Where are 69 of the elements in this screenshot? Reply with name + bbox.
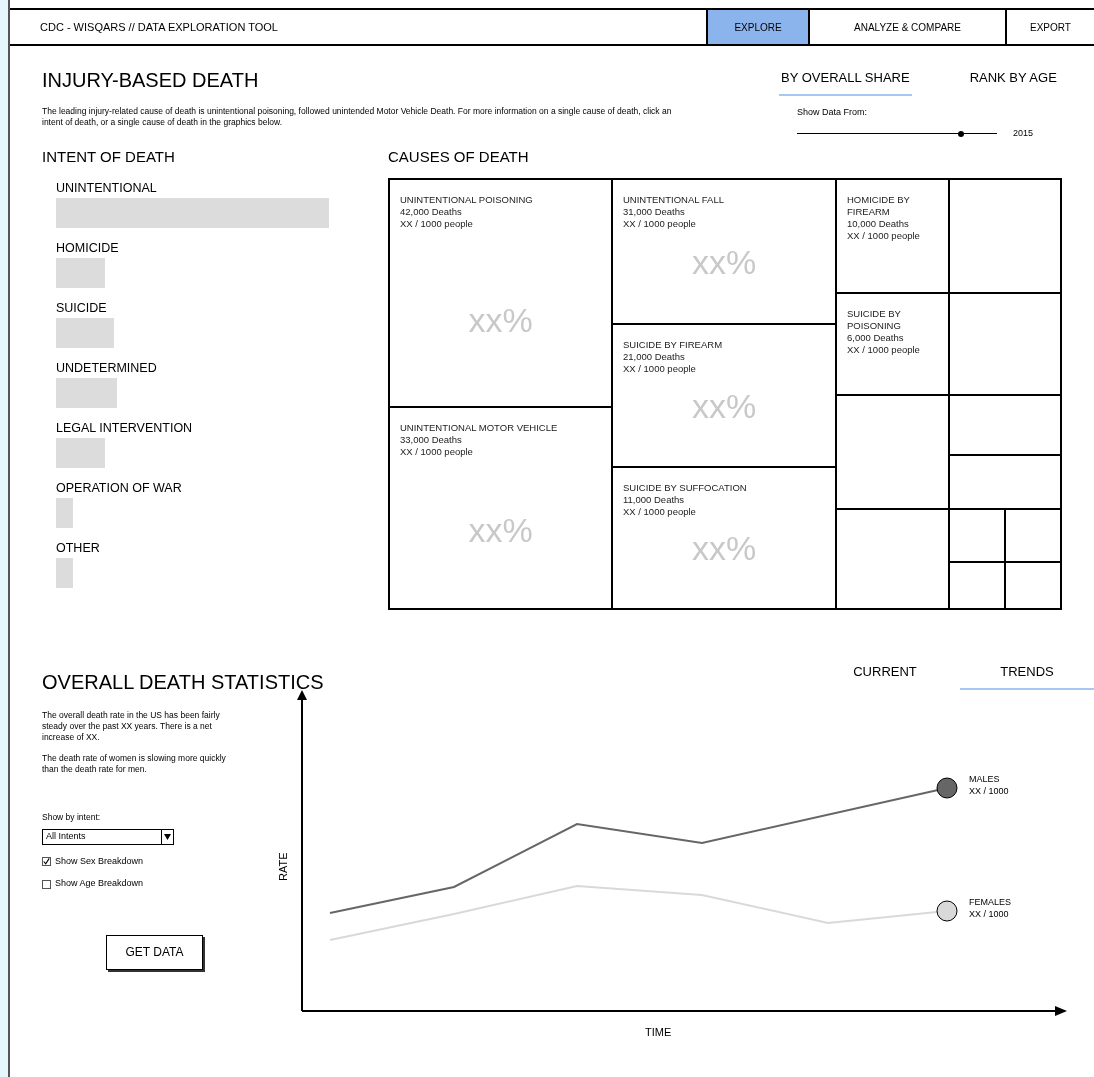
cause-deaths: 21,000 Deaths — [623, 351, 686, 363]
checkbox[interactable] — [42, 879, 51, 889]
cause-name: SUICIDE BY FIREARM — [623, 339, 724, 351]
view-tab[interactable]: TRENDS — [960, 662, 1094, 690]
section-title: INJURY-BASED DEATH — [42, 68, 260, 92]
checkbox[interactable] — [42, 857, 51, 866]
intent-bar[interactable] — [56, 498, 74, 528]
cause-deaths: 6,000 Deaths — [847, 332, 905, 344]
slider-label: Show Data From: — [797, 105, 869, 119]
cause-name: UNINTENTIONAL MOTOR VEHICLE — [400, 422, 559, 434]
treemap-cell[interactable]: SUICIDE BY POISONING 6,000 Deaths XX / 1000 people — [836, 293, 949, 395]
view-tab[interactable]: RANK BY AGE — [967, 68, 1059, 96]
series-name: MALES — [969, 774, 1000, 784]
section-subtitle: INTENT OF DEATH — [42, 148, 176, 166]
series-name: FEMALES — [969, 897, 1011, 907]
treemap-cell — [949, 509, 1005, 562]
cause-rate: XX / 1000 people — [623, 218, 697, 230]
intent-label: HOMICIDE — [56, 240, 120, 257]
description-text: The leading injury-related cause of death is unintentional poisoning, followed unintended Motor Vehicle Death. For more information on a single cause of death, click an intent of death, or a single cause of death in the graphics below. — [42, 106, 673, 128]
view-tab[interactable]: BY OVERALL SHARE — [779, 68, 912, 96]
checkbox-label: Show Age Breakdown — [55, 877, 144, 891]
summary-text: The death rate of women is slowing more quickly than the death rate for men. — [42, 753, 227, 775]
intent-label: SUICIDE — [56, 300, 108, 317]
series-reading: XX / 1000 — [969, 786, 1009, 796]
intent-label: LEGAL INTERVENTION — [56, 420, 194, 437]
nav-tab[interactable]: EXPLORE — [706, 10, 808, 44]
intent-select-label: Show by intent: — [42, 811, 102, 824]
treemap-cell[interactable]: HOMICIDE BY FIREARM 10,000 Deaths XX / 1000 people — [836, 179, 949, 293]
app-title: CDC - WISQARS // DATA EXPLORATION TOOL — [40, 19, 279, 35]
cause-deaths: 11,000 Deaths — [623, 494, 686, 506]
series-reading: XX / 1000 — [969, 909, 1009, 919]
cause-rate: XX / 1000 people — [623, 363, 697, 375]
get-data-button[interactable]: GET DATA — [106, 934, 203, 970]
checkmark-icon — [43, 857, 50, 866]
checkbox-label: Show Sex Breakdown — [55, 854, 144, 868]
intent-label: UNDETERMINED — [56, 360, 158, 377]
cause-deaths: 42,000 Deaths — [400, 206, 463, 218]
intent-label: UNINTENTIONAL — [56, 180, 158, 197]
cause-deaths: 10,000 Deaths — [847, 218, 910, 230]
dropdown-icon — [164, 833, 171, 840]
year-slider[interactable] — [797, 129, 997, 138]
cause-rate: XX / 1000 people — [847, 230, 921, 242]
cause-name: HOMICIDE BY FIREARM — [847, 194, 911, 218]
cause-deaths: 33,000 Deaths — [400, 434, 463, 446]
axis-label: TIME — [645, 1026, 672, 1038]
cause-name: UNINTENTIONAL FALL — [623, 194, 725, 206]
view-tab[interactable]: CURRENT — [810, 662, 960, 690]
section-subtitle: CAUSES OF DEATH — [388, 148, 530, 166]
intent-select[interactable]: All Intents — [42, 828, 174, 845]
intent-bar[interactable] — [56, 378, 117, 408]
cause-name: SUICIDE BY SUFFOCATION — [623, 482, 748, 494]
intent-label: OTHER — [56, 540, 101, 557]
intent-bar[interactable] — [56, 558, 74, 588]
intent-bar[interactable] — [56, 318, 114, 348]
cause-rate: XX / 1000 people — [623, 506, 697, 518]
intent-label: OPERATION OF WAR — [56, 480, 183, 497]
cause-name: SUICIDE BY POISONING — [847, 308, 902, 332]
cause-name: UNINTENTIONAL POISONING — [400, 194, 534, 206]
intent-bar[interactable] — [56, 438, 106, 468]
section-title: OVERALL DEATH STATISTICS — [42, 670, 324, 694]
cause-rate: XX / 1000 people — [847, 344, 921, 356]
axis-label: RATE — [277, 852, 289, 881]
cause-deaths: 31,000 Deaths — [623, 206, 686, 218]
intent-bar[interactable] — [56, 258, 106, 288]
slider-reading: 2015 — [1013, 127, 1034, 140]
cause-rate: XX / 1000 people — [400, 218, 474, 230]
slider-thumb[interactable] — [958, 130, 964, 137]
summary-text: The overall death rate in the US has been fairly steady over the past XX years. There is a net increase of XX. — [42, 710, 221, 743]
cause-rate: XX / 1000 people — [400, 446, 474, 458]
